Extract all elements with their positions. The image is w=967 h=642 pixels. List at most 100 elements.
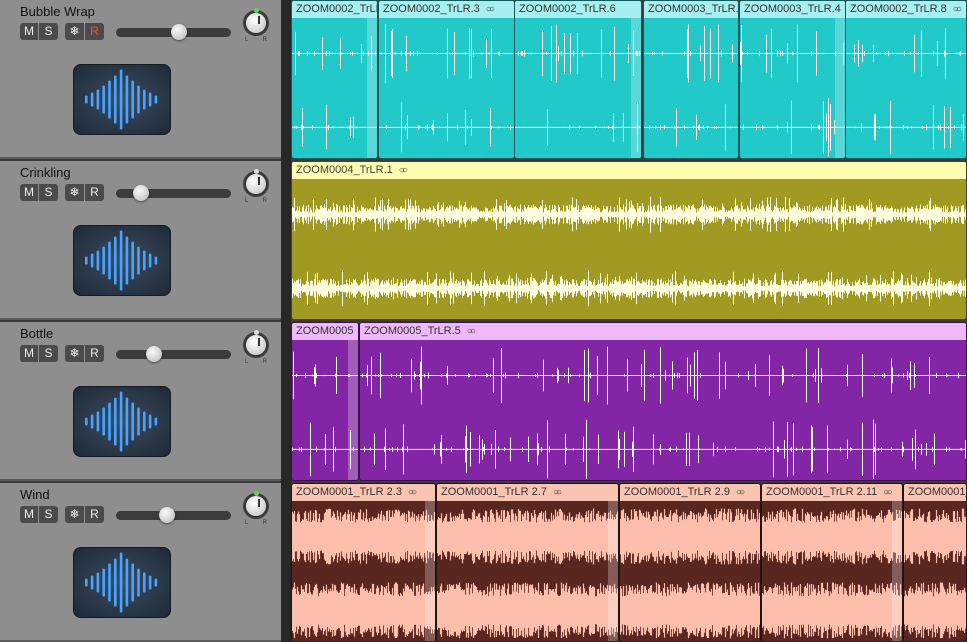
region-header[interactable]: ZOOM0001_TrLR 2.12 [904, 484, 966, 501]
waveform [620, 508, 760, 639]
region-header[interactable]: ZOOM0005_TrLR.5 ○○ [360, 323, 966, 340]
region-header[interactable]: ZOOM0001_TrLR 2.11 ○○ [762, 484, 902, 501]
mute-button[interactable]: M [20, 23, 38, 40]
audio-region[interactable]: ZOOM0001_TrLR 2.11 ○○ [761, 483, 903, 641]
audio-region[interactable]: ZOOM0002_TrLR.6 [514, 0, 642, 159]
solo-button[interactable]: S [39, 184, 58, 201]
region-header[interactable]: ZOOM0003_TrLR.4 [740, 1, 845, 18]
track-header[interactable]: Crinkling M S ❄ R L R [0, 161, 281, 320]
waveform [292, 508, 435, 639]
track-lane[interactable]: ZOOM0005 ZOOM0005_TrLR.5 ○○ [291, 322, 967, 481]
region-name: ZOOM0005 [296, 325, 354, 337]
track-name[interactable]: Bottle [20, 326, 53, 341]
arrangement-area[interactable]: ZOOM0002_TrLR.7 ZOOM0002_TrLR.3○○ ZOOM0002… [291, 0, 967, 641]
audio-region[interactable]: ZOOM0001_TrLR 2.3 ○○ [291, 483, 436, 641]
volume-slider-knob[interactable] [171, 24, 188, 40]
track-icon[interactable] [73, 386, 171, 457]
pan-knob[interactable] [243, 491, 269, 519]
region-header[interactable]: ZOOM0001_TrLR 2.3 ○○ [292, 484, 435, 501]
solo-button[interactable]: S [39, 506, 58, 523]
audio-region[interactable]: ZOOM0001_TrLR 2.12 [903, 483, 967, 641]
freeze-button[interactable]: ❄ [65, 345, 84, 362]
audio-region[interactable]: ZOOM0003_TrLR.4 [739, 0, 846, 159]
region-waveform [644, 18, 738, 158]
loop-icon: ○○ [552, 487, 562, 498]
volume-slider-knob[interactable] [145, 346, 162, 362]
audio-region[interactable]: ZOOM0001_TrLR 2.9 ○○ [619, 483, 761, 641]
record-enable-button[interactable]: R [85, 506, 104, 523]
region-header[interactable]: ZOOM0002_TrLR.7 [292, 1, 377, 18]
region-header[interactable]: ZOOM0002_TrLR.6 [515, 1, 641, 18]
track-header[interactable]: Bottle M S ❄ R L R [0, 322, 281, 481]
fade-handle[interactable] [631, 18, 641, 158]
solo-button[interactable]: S [39, 23, 58, 40]
fade-handle[interactable] [892, 501, 902, 641]
pan-knob-face [246, 13, 266, 33]
audio-region[interactable]: ZOOM0001_TrLR 2.7 ○○ [436, 483, 619, 641]
pan-label-right: R [262, 520, 267, 526]
waveform [846, 28, 966, 154]
fade-handle[interactable] [835, 18, 845, 158]
track-header[interactable]: Bubble Wrap M S ❄ R L R [0, 0, 281, 159]
volume-slider[interactable] [116, 346, 231, 362]
region-waveform [437, 501, 618, 641]
fade-handle[interactable] [367, 18, 377, 158]
waveform [740, 24, 845, 157]
fade-handle[interactable] [608, 501, 618, 641]
volume-slider-knob[interactable] [132, 185, 149, 201]
mute-button[interactable]: M [20, 345, 38, 362]
track-name[interactable]: Bubble Wrap [20, 4, 95, 19]
track-lane[interactable]: ZOOM0001_TrLR 2.3 ○○ ZOOM0001_TrLR 2.7 ○○ ZO… [291, 483, 967, 641]
region-header[interactable]: ZOOM0005 [292, 323, 358, 340]
record-enable-button[interactable]: R [85, 345, 104, 362]
audio-region[interactable]: ZOOM0002_TrLR.3 ○○ [378, 0, 515, 159]
mute-button[interactable]: M [20, 506, 38, 523]
region-name: ZOOM0004_TrLR.1 ○○ [296, 164, 408, 176]
track-icon[interactable] [73, 225, 171, 296]
volume-slider[interactable] [116, 185, 231, 201]
audio-region[interactable]: ZOOM0002_TrLR.8 ○○ [845, 0, 967, 159]
region-waveform [515, 18, 641, 158]
freeze-button[interactable]: ❄ [65, 23, 84, 40]
audio-region[interactable]: ZOOM0005_TrLR.5 ○○ [359, 322, 967, 481]
record-enable-button[interactable]: R [85, 23, 104, 40]
track-divider[interactable] [281, 0, 291, 641]
solo-button[interactable]: S [39, 345, 58, 362]
pan-center-indicator [254, 169, 259, 174]
region-header[interactable]: ZOOM0002_TrLR.8 ○○ [846, 1, 966, 18]
track-icon[interactable] [73, 547, 171, 618]
waveform [379, 24, 514, 153]
region-name: ZOOM0002_TrLR.6 [519, 3, 616, 15]
mute-button[interactable]: M [20, 184, 38, 201]
volume-slider[interactable] [116, 24, 231, 40]
pan-label-left: L [245, 359, 249, 365]
freeze-button[interactable]: ❄ [65, 506, 84, 523]
audio-region[interactable]: ZOOM0002_TrLR.7 [291, 0, 378, 159]
region-name: ZOOM0001_TrLR 2.12 [908, 486, 966, 498]
region-header[interactable]: ZOOM0004_TrLR.1 ○○ [292, 162, 966, 179]
track-lane[interactable]: ZOOM0004_TrLR.1 ○○ [291, 161, 967, 320]
track-name[interactable]: Crinkling [20, 165, 71, 180]
volume-slider-knob[interactable] [158, 507, 175, 523]
audio-region[interactable]: ZOOM0005 [291, 322, 359, 481]
pan-knob[interactable] [243, 330, 269, 358]
pan-knob[interactable] [243, 8, 269, 36]
volume-slider[interactable] [116, 507, 231, 523]
track-header[interactable]: Wind M S ❄ R L R [0, 483, 281, 642]
fade-handle[interactable] [348, 340, 358, 480]
audio-region[interactable]: ZOOM0004_TrLR.1 ○○ [291, 161, 967, 320]
track-lane[interactable]: ZOOM0002_TrLR.7 ZOOM0002_TrLR.3○○ ZOOM0002… [291, 0, 967, 159]
freeze-button[interactable]: ❄ [65, 184, 84, 201]
region-header[interactable]: ZOOM0001_TrLR 2.9 ○○ [620, 484, 760, 501]
region-name: ZOOM0005_TrLR.5 ○○ [364, 325, 476, 337]
track-icon[interactable] [73, 64, 171, 135]
loop-icon: ○○ [466, 326, 476, 337]
fade-handle[interactable] [425, 501, 435, 641]
region-header[interactable]: ZOOM0001_TrLR 2.7 ○○ [437, 484, 618, 501]
region-header[interactable]: ZOOM0003_TrLR.1 [644, 1, 738, 18]
record-enable-button[interactable]: R [85, 184, 104, 201]
region-header[interactable]: ZOOM0002_TrLR.3 ○○ [379, 1, 514, 18]
audio-region[interactable]: ZOOM0003_TrLR.1 [643, 0, 739, 159]
pan-knob[interactable] [243, 169, 269, 197]
track-name[interactable]: Wind [20, 487, 50, 502]
